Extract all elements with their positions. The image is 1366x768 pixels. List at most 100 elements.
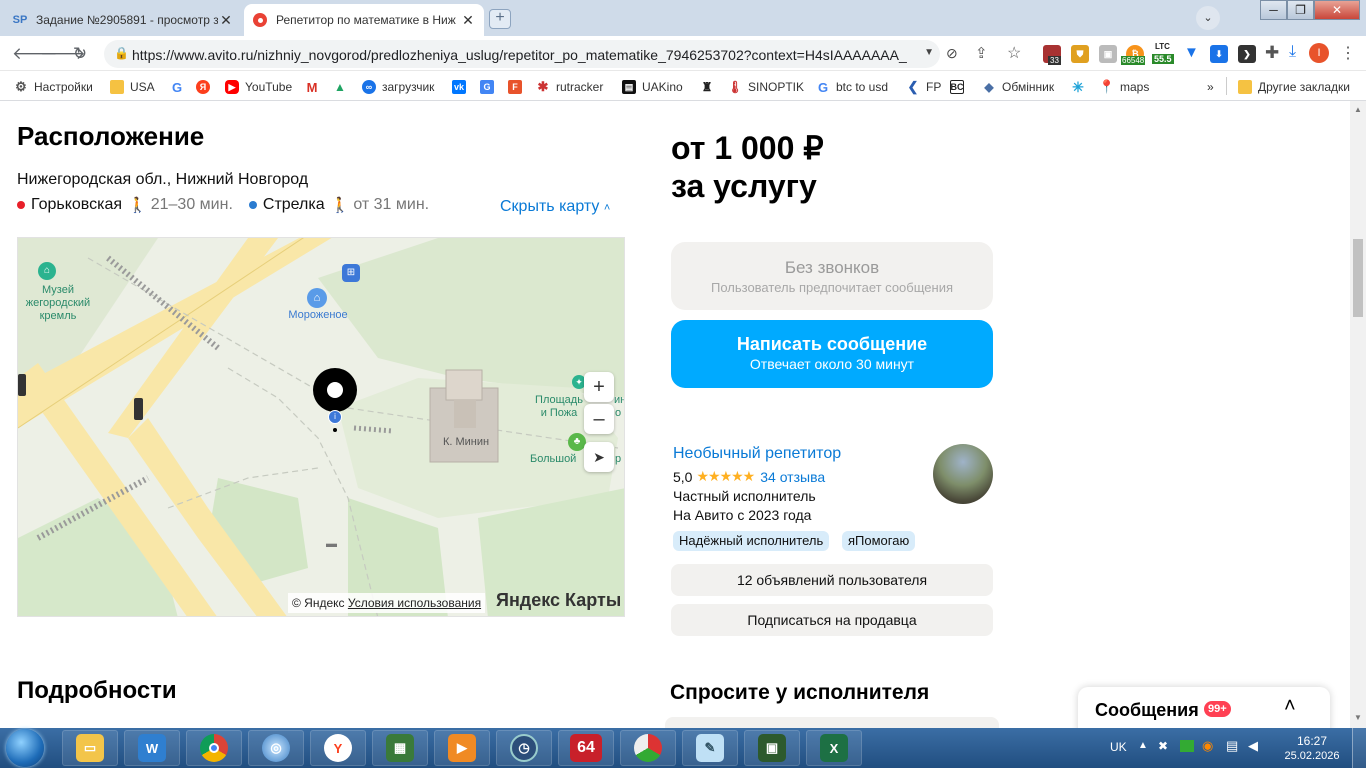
write-message-button[interactable]: Написать сообщение Отвечает около 30 мин…	[671, 320, 993, 388]
bookmark-f[interactable]: F	[508, 79, 528, 95]
bookmark-exchanger[interactable]: ◆ Обмінник	[982, 79, 1054, 95]
briefcase-ext-icon[interactable]: ▣	[1099, 45, 1117, 63]
bookmark-star[interactable]: ✳	[1071, 79, 1091, 95]
no-calls-button[interactable]: Без звонков Пользователь предпочитает со…	[671, 242, 993, 310]
bookmark-vk[interactable]: vk	[452, 79, 472, 95]
profile-avatar[interactable]: I	[1309, 43, 1329, 63]
clock-date[interactable]: 25.02.2026	[1280, 750, 1344, 762]
taskbar-wise[interactable]: W	[124, 730, 180, 766]
close-icon[interactable]: ✕	[460, 12, 476, 29]
hide-map-link[interactable]: Скрыть карту ˄	[500, 198, 610, 216]
bookmark-bc[interactable]: BC	[950, 79, 970, 95]
tray-expand-icon[interactable]: ▲	[1138, 740, 1148, 751]
icecream-label[interactable]: Мороженое	[280, 309, 356, 322]
close-icon[interactable]: ✕	[218, 12, 234, 29]
zoom-out-button[interactable]: –	[584, 404, 614, 434]
download-ext-icon[interactable]: ⬇	[1210, 45, 1228, 63]
address-bar[interactable]: 🔒 https://www.avito.ru/nizhniy_novgorod/…	[104, 40, 940, 68]
taskbar-clock[interactable]: ◷	[496, 730, 552, 766]
forward-icon[interactable]: 🡒	[40, 44, 86, 64]
bookmark-maps[interactable]: 📍 maps	[1099, 79, 1149, 95]
bookmark-settings[interactable]: ⚙ Настройки	[14, 79, 93, 95]
zoom-in-button[interactable]: +	[584, 372, 614, 402]
map[interactable]: ⌂ Музей жегородский кремль ⊞ ⌂ Мороженое…	[17, 237, 625, 617]
bookmark-star-icon[interactable]: ☆	[1007, 43, 1021, 63]
bookmark-rutracker[interactable]: ✱ rutracker	[536, 79, 604, 95]
taskbar-network[interactable]: ◎	[248, 730, 304, 766]
messages-widget[interactable]: Сообщения 99+ ˄	[1078, 687, 1330, 728]
taskbar-explorer[interactable]: ▭	[62, 730, 118, 766]
share-icon[interactable]: ⇪	[975, 44, 988, 62]
taskbar-media[interactable]: ▶	[434, 730, 490, 766]
bookmark-loader[interactable]: ∞ загрузчик	[362, 79, 434, 95]
tray-app-icon[interactable]	[1180, 740, 1194, 752]
vpn-icon[interactable]: ▼	[1184, 44, 1199, 61]
show-desktop-button[interactable]	[1352, 728, 1366, 768]
bookmark-drive[interactable]: ▲	[333, 79, 353, 95]
maximize-button[interactable]: ❐	[1287, 0, 1314, 20]
tab-task[interactable]: SP Задание №2905891 - просмотр з ✕	[4, 4, 242, 36]
museum-label[interactable]: Музей жегородский кремль	[18, 284, 98, 323]
seller-name-link[interactable]: Необычный репетитор	[673, 445, 841, 463]
shop-icon[interactable]: ⌂	[307, 288, 327, 308]
start-orb[interactable]	[6, 729, 44, 767]
bookmarks-more-button[interactable]: »	[1207, 79, 1214, 95]
tab-avito[interactable]: Репетитор по математике в Ниж ✕	[244, 4, 484, 36]
locate-icon[interactable]: ➤	[584, 442, 614, 472]
language-indicator[interactable]: UK	[1110, 740, 1127, 754]
bookmark-gmail[interactable]: M	[305, 79, 325, 95]
bookmark-youtube[interactable]: ▶ YouTube	[225, 79, 292, 95]
seller-avatar[interactable]	[933, 444, 993, 504]
yandex-maps-logo[interactable]: Яндекс Карты	[496, 590, 621, 611]
extensions-puzzle-icon[interactable]: ✚	[1265, 43, 1279, 63]
subscribe-button[interactable]: Подписаться на продавца	[671, 604, 993, 636]
block-icon[interactable]: ⊘	[946, 45, 958, 62]
museum-icon[interactable]: ⌂	[38, 262, 56, 280]
taskbar-monitor[interactable]: ▣	[744, 730, 800, 766]
tray-icon[interactable]: ✖	[1158, 739, 1168, 753]
bookmark-sinoptik[interactable]: 🌡 SINOPTIK	[727, 79, 804, 95]
shield-ext-icon[interactable]: ⛊	[1071, 45, 1089, 63]
bolshoy-label[interactable]: Большой	[530, 453, 576, 466]
chip-reliable[interactable]: Надёжный исполнитель	[673, 531, 830, 551]
page-scrollbar[interactable]: ▲ ▼	[1350, 101, 1366, 728]
bookmark-bottle[interactable]: ♜	[700, 79, 720, 95]
bookmark-other[interactable]: Другие закладки	[1238, 79, 1350, 95]
bookmark-uakino[interactable]: ▤ UAKino	[622, 79, 683, 95]
minin-label[interactable]: К. Минин	[436, 436, 496, 449]
tray-rss-icon[interactable]: ◉	[1202, 738, 1213, 754]
menu-icon[interactable]: ⋮	[1340, 43, 1356, 63]
terms-link[interactable]: Условия использования	[348, 596, 481, 610]
bookmark-fp[interactable]: ❮ FP	[906, 79, 942, 95]
tab-search-icon[interactable]: ⌄	[1196, 6, 1220, 30]
taskbar-game[interactable]: ▦	[372, 730, 428, 766]
taskbar-arrows[interactable]	[620, 730, 676, 766]
taskbar-64[interactable]: 64	[558, 730, 614, 766]
chevron-up-icon[interactable]: ˄	[1284, 695, 1296, 718]
close-window-button[interactable]: ✕	[1314, 0, 1360, 20]
scrollbar-thumb[interactable]	[1353, 239, 1363, 317]
taskbar-excel[interactable]: X	[806, 730, 862, 766]
transport-icon[interactable]: ⊞	[342, 264, 360, 282]
square-label[interactable]: Площадь и Пожа	[526, 394, 592, 420]
tray-network-icon[interactable]: ▤	[1226, 738, 1238, 754]
clock-time[interactable]: 16:27	[1284, 734, 1340, 748]
taskbar-chrome[interactable]	[186, 730, 242, 766]
new-tab-button[interactable]: +	[489, 9, 511, 29]
terminal-icon[interactable]: ❯	[1238, 45, 1256, 63]
listings-button[interactable]: 12 объявлений пользователя	[671, 564, 993, 596]
bookmark-translate[interactable]: G	[480, 79, 500, 95]
reviews-link[interactable]: 34 отзыва	[760, 469, 825, 485]
reload-icon[interactable]: ↻	[70, 44, 90, 64]
bookmark-google[interactable]: G	[170, 79, 190, 95]
back-icon[interactable]: 🡐	[12, 44, 58, 64]
scroll-down-icon[interactable]: ▼	[1354, 713, 1362, 722]
taskbar-yandex[interactable]: Y	[310, 730, 366, 766]
bookmark-usa[interactable]: USA	[110, 79, 155, 95]
dropdown-icon[interactable]: ▼	[924, 47, 934, 58]
taskbar-note[interactable]: ✎	[682, 730, 738, 766]
minimize-button[interactable]: ─	[1260, 0, 1287, 20]
chip-yahelp[interactable]: яПомогаю	[842, 531, 916, 551]
tray-volume-icon[interactable]: ◀	[1248, 738, 1258, 754]
downloads-icon[interactable]: ⤓	[1289, 43, 1296, 61]
